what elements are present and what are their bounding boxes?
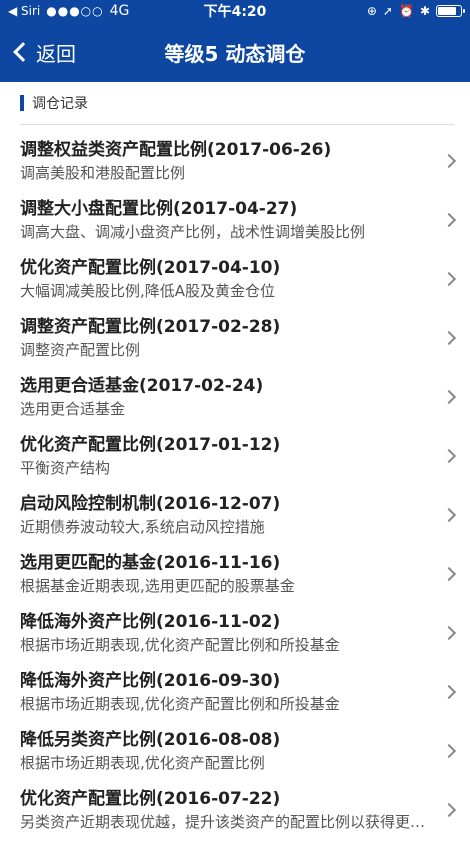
list-item[interactable]: 优化资产配置比例(2017-04-10) 大幅调减美股比例,降低A股及黄金仓位 — [0, 249, 470, 308]
back-app-label: Siri — [21, 4, 41, 18]
list-item-text: 降低海外资产比例(2016-09-30) 根据市场近期表现,优化资产配置比例和所投… — [20, 669, 436, 715]
list-item-text: 优化资产配置比例(2017-01-12) 平衡资产结构 — [20, 433, 436, 479]
page-title: 等级5 动态调仓 — [164, 41, 306, 66]
chevron-right-icon — [441, 507, 457, 522]
chevron-right-icon — [441, 566, 457, 581]
section-accent-bar — [20, 95, 24, 111]
list-item-title: 调整大小盘配置比例(2017-04-27) — [20, 198, 298, 219]
list-item-text: 调整资产配置比例(2017-02-28) 调整资产配置比例 — [20, 315, 436, 361]
list-item-title: 选用更合适基金(2017-02-24) — [20, 375, 264, 396]
list-item-text: 调整权益类资产配置比例(2017-06-26) 调高美股和港股配置比例 — [20, 138, 436, 184]
list-item-subtitle: 近期债券波动较大,系统启动风控措施 — [20, 517, 265, 536]
list-item-subtitle: 调高大盘、调减小盘资产比例，战术性调增美股比例 — [20, 222, 366, 241]
list-item[interactable]: 选用更合适基金(2017-02-24) 选用更合适基金 — [0, 367, 470, 426]
chevron-right-icon — [441, 802, 457, 817]
list-item-text: 选用更匹配的基金(2016-11-16) 根据基金近期表现,选用更匹配的股票基金 — [20, 551, 436, 597]
list-item-title: 启动风险控制机制(2016-12-07) — [20, 493, 281, 514]
battery-icon — [436, 5, 465, 17]
list-item-title: 降低海外资产比例(2016-09-30) — [20, 670, 281, 691]
list-item-title: 调整资产配置比例(2017-02-28) — [20, 316, 281, 337]
status-right: ⊕ ➚ ⏰ ✱ — [366, 4, 465, 18]
list-item[interactable]: 调整资产配置比例(2017-02-28) 调整资产配置比例 — [0, 308, 470, 367]
list-item-text: 选用更合适基金(2017-02-24) 选用更合适基金 — [20, 374, 436, 420]
back-label: 返回 — [36, 41, 76, 66]
list-item-subtitle: 另类资产近期表现优越，提升该类资产的配置比例以获得更高收益 — [20, 812, 436, 831]
network-type: 4G — [109, 3, 130, 19]
chevron-right-icon — [441, 212, 457, 227]
chevron-right-icon — [441, 625, 457, 640]
list-item-title: 调整权益类资产配置比例(2017-06-26) — [20, 139, 332, 160]
chevron-right-icon — [441, 153, 457, 168]
chevron-right-icon — [441, 271, 457, 286]
chevron-right-icon — [441, 330, 457, 345]
list-item-title: 降低海外资产比例(2016-11-02) — [20, 611, 281, 632]
list-item[interactable]: 调整权益类资产配置比例(2017-06-26) 调高美股和港股配置比例 — [0, 131, 470, 190]
list-item-subtitle: 调高美股和港股配置比例 — [20, 163, 186, 182]
status-left: ◀ Siri ●●●○○ 4G — [8, 3, 129, 19]
alarm-icon: ⏰ — [398, 4, 414, 18]
list-item[interactable]: 调整大小盘配置比例(2017-04-27) 调高大盘、调减小盘资产比例，战术性调增… — [0, 190, 470, 249]
list-item-text: 启动风险控制机制(2016-12-07) 近期债券波动较大,系统启动风控措施 — [20, 492, 436, 538]
rotation-lock-icon: ⊕ — [366, 4, 377, 18]
list-item[interactable]: 优化资产配置比例(2016-07-22) 另类资产近期表现优越，提升该类资产的配置… — [0, 780, 470, 839]
section-title: 调仓记录 — [32, 96, 88, 112]
list-item[interactable]: 降低海外资产比例(2016-11-02) 根据市场近期表现,优化资产配置比例和所投… — [0, 603, 470, 662]
list-item[interactable]: 降低另类资产比例(2016-08-08) 根据市场近期表现,优化资产配置比例 — [0, 721, 470, 780]
list-item-text: 优化资产配置比例(2016-07-22) 另类资产近期表现优越，提升该类资产的配置… — [20, 787, 436, 833]
list-item-text: 优化资产配置比例(2017-04-10) 大幅调减美股比例,降低A股及黄金仓位 — [20, 256, 436, 302]
back-button[interactable]: 返回 — [0, 38, 76, 67]
list-item-title: 降低另类资产比例(2016-08-08) — [20, 729, 281, 750]
list-item[interactable]: 降低海外资产比例(2016-09-30) 根据市场近期表现,优化资产配置比例和所投… — [0, 662, 470, 721]
rebalance-record-list: 调整权益类资产配置比例(2017-06-26) 调高美股和港股配置比例调整大小盘配… — [0, 125, 470, 839]
list-item-title: 优化资产配置比例(2017-01-12) — [20, 434, 281, 455]
chevron-right-icon — [441, 448, 457, 463]
signal-strength: ●●●○○ — [46, 4, 104, 18]
list-item[interactable]: 选用更匹配的基金(2016-11-16) 根据基金近期表现,选用更匹配的股票基金 — [0, 544, 470, 603]
list-item-subtitle: 根据基金近期表现,选用更匹配的股票基金 — [20, 576, 295, 595]
chevron-left-icon — [13, 42, 33, 62]
list-item-subtitle: 根据市场近期表现,优化资产配置比例和所投基金 — [20, 694, 340, 713]
status-bar: ◀ Siri ●●●○○ 4G 下午4:20 ⊕ ➚ ⏰ ✱ — [0, 0, 470, 22]
list-item[interactable]: 优化资产配置比例(2017-01-12) 平衡资产结构 — [0, 426, 470, 485]
list-item-title: 选用更匹配的基金(2016-11-16) — [20, 552, 281, 573]
section-header: 调仓记录 — [0, 82, 470, 124]
list-item[interactable]: 启动风险控制机制(2016-12-07) 近期债券波动较大,系统启动风控措施 — [0, 485, 470, 544]
bluetooth-icon: ✱ — [419, 4, 430, 18]
list-item-subtitle: 根据市场近期表现,优化资产配置比例 — [20, 753, 265, 772]
list-item-subtitle: 调整资产配置比例 — [20, 340, 141, 359]
chevron-right-icon — [441, 389, 457, 404]
list-item-title: 优化资产配置比例(2017-04-10) — [20, 257, 281, 278]
chevron-right-icon — [441, 743, 457, 758]
chevron-right-icon — [441, 684, 457, 699]
list-item-text: 调整大小盘配置比例(2017-04-27) 调高大盘、调减小盘资产比例，战术性调增… — [20, 197, 436, 243]
status-time: 下午4:20 — [203, 4, 267, 20]
list-item-subtitle: 根据市场近期表现,优化资产配置比例和所投基金 — [20, 635, 340, 654]
battery-fill — [438, 7, 456, 15]
list-item-text: 降低另类资产比例(2016-08-08) 根据市场近期表现,优化资产配置比例 — [20, 728, 436, 774]
navigation-bar: 返回 等级5 动态调仓 — [0, 22, 470, 82]
list-item-subtitle: 大幅调减美股比例,降低A股及黄金仓位 — [20, 281, 276, 300]
list-item-title: 优化资产配置比例(2016-07-22) — [20, 788, 281, 809]
list-item-subtitle: 平衡资产结构 — [20, 458, 111, 477]
back-to-app-indicator[interactable]: ◀ Siri — [8, 4, 40, 18]
list-item-subtitle: 选用更合适基金 — [20, 399, 126, 418]
list-item-text: 降低海外资产比例(2016-11-02) 根据市场近期表现,优化资产配置比例和所投… — [20, 610, 436, 656]
location-icon: ➚ — [382, 4, 393, 18]
